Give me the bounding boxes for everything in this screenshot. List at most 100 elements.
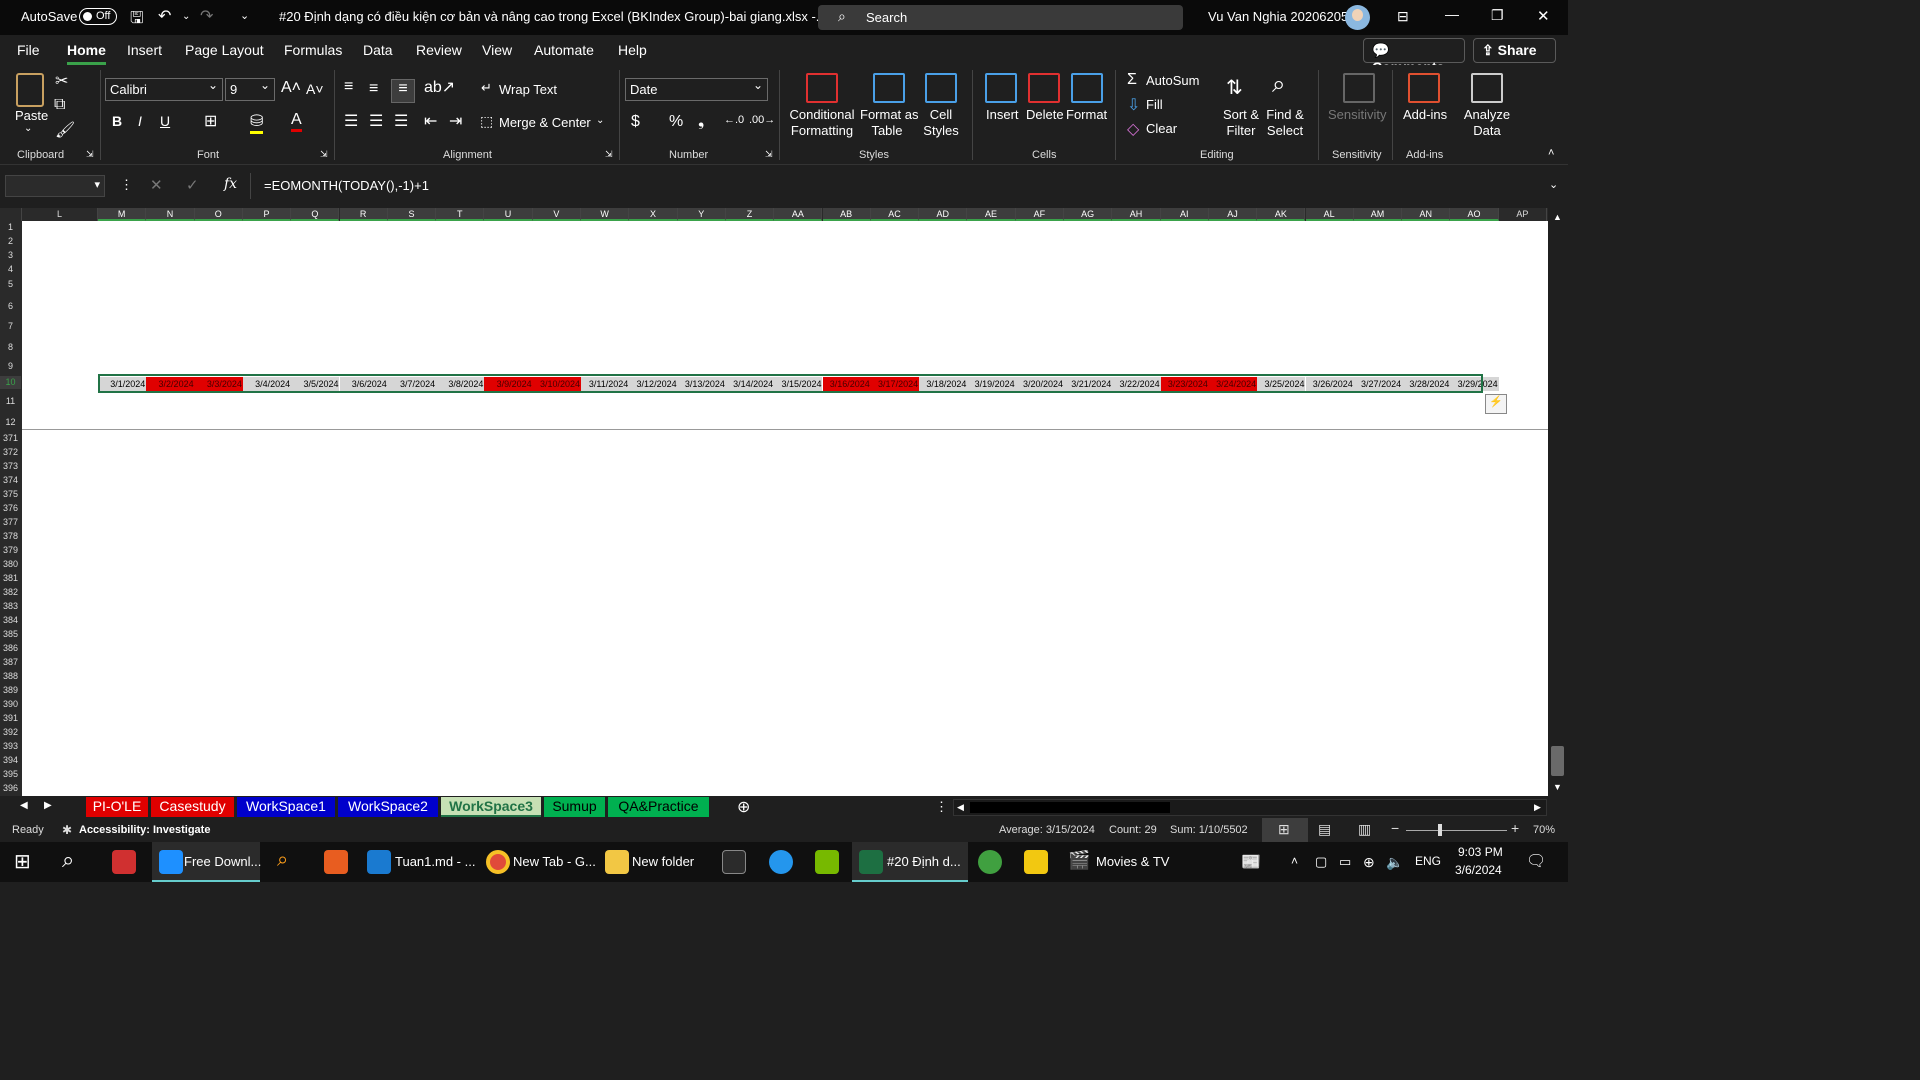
column-header-l[interactable]: L — [22, 208, 98, 221]
row-header-378[interactable]: 378 — [0, 530, 21, 543]
format-cells-icon[interactable] — [1071, 73, 1103, 103]
tab-page-layout[interactable]: Page Layout — [185, 42, 264, 58]
tab-help[interactable]: Help — [618, 42, 647, 58]
row-header-5[interactable]: 5 — [0, 278, 21, 291]
sheet-tab[interactable]: PI-O'LE — [86, 797, 148, 817]
sort-filter-icon[interactable]: ⇅ — [1226, 75, 1243, 100]
tab-home[interactable]: Home — [67, 42, 106, 65]
row-header-372[interactable]: 372 — [0, 446, 21, 459]
wrap-text-button[interactable]: Wrap Text — [499, 82, 557, 97]
format-as-table-button[interactable]: Format as — [860, 107, 919, 122]
search-icon[interactable]: ⌕ — [62, 847, 74, 873]
app-icon-4[interactable] — [978, 850, 1002, 874]
column-header-o[interactable]: O — [194, 208, 243, 221]
cancel-icon[interactable]: ✕ — [150, 176, 163, 194]
column-header-aa[interactable]: AA — [774, 208, 823, 221]
tab-formulas[interactable]: Formulas — [284, 42, 342, 58]
expand-formula-icon[interactable]: ⌄ — [1549, 178, 1558, 191]
column-header-y[interactable]: Y — [677, 208, 726, 221]
tab-data[interactable]: Data — [363, 42, 393, 58]
column-header-q[interactable]: Q — [291, 208, 340, 221]
column-header-ap[interactable]: AP — [1499, 208, 1547, 221]
collapse-ribbon-icon[interactable]: ˄ — [1548, 147, 1554, 159]
battery-icon[interactable]: ▭ — [1339, 854, 1351, 870]
prev-sheet-icon[interactable]: ◀ — [20, 800, 28, 811]
enter-icon[interactable]: ✓ — [186, 176, 199, 194]
accessibility-icon[interactable]: ✱ — [62, 823, 72, 837]
insert-function-icon[interactable]: fx — [224, 176, 237, 192]
average-status[interactable]: Average: 3/15/2024 — [999, 824, 1095, 836]
app-icon[interactable] — [112, 850, 136, 874]
page-layout-view-icon[interactable]: ▤ — [1318, 821, 1331, 838]
vertical-scrollbar[interactable]: ▲ ▼ — [1548, 208, 1568, 796]
user-name[interactable]: Vu Van Nghia 20206205 — [1208, 9, 1348, 24]
find-select-button[interactable]: Find & — [1263, 107, 1307, 122]
ribbon-display-icon[interactable]: ⊟ — [1397, 8, 1409, 25]
folder-icon[interactable] — [605, 850, 629, 874]
align-bottom-icon[interactable]: ≡ — [391, 79, 415, 103]
row-header-377[interactable]: 377 — [0, 516, 21, 529]
undo-icon[interactable]: ↶ — [158, 6, 171, 26]
select-all-corner[interactable] — [0, 208, 22, 221]
taskbar-item-folder[interactable]: New folder — [632, 854, 694, 869]
row-header-396[interactable]: 396 — [0, 782, 21, 795]
column-header-v[interactable]: V — [532, 208, 581, 221]
clock-time[interactable]: 9:03 PM — [1458, 845, 1503, 859]
formula-text[interactable]: =EOMONTH(TODAY(),-1)+1 — [264, 178, 429, 193]
hscroll-thumb[interactable] — [970, 802, 1170, 813]
delete-cells-button[interactable]: Delete — [1026, 107, 1064, 122]
column-header-ad[interactable]: AD — [919, 208, 968, 221]
column-header-z[interactable]: Z — [725, 208, 775, 221]
row-header-385[interactable]: 385 — [0, 628, 21, 641]
merge-center-icon[interactable]: ⬚ — [480, 113, 493, 130]
download-manager-icon[interactable] — [159, 850, 183, 874]
column-header-aj[interactable]: AJ — [1208, 208, 1258, 221]
insert-cells-icon[interactable] — [985, 73, 1017, 103]
app-icon-3[interactable] — [815, 850, 839, 874]
row-header-387[interactable]: 387 — [0, 656, 21, 669]
sheet-tab[interactable]: WorkSpace2 — [338, 797, 438, 817]
alignment-launcher-icon[interactable]: ⇲ — [605, 149, 613, 160]
fill-icon[interactable]: ⇩ — [1127, 95, 1140, 115]
docker-icon[interactable] — [769, 850, 793, 874]
cell-styles-button[interactable]: Cell — [921, 107, 961, 122]
column-header-ac[interactable]: AC — [870, 208, 920, 221]
notification-icon[interactable]: 🗨 — [1526, 851, 1546, 871]
percent-icon[interactable]: % — [669, 113, 683, 131]
borders-icon[interactable]: ⊞ — [204, 111, 217, 131]
row-header-380[interactable]: 380 — [0, 558, 21, 571]
count-status[interactable]: Count: 29 — [1109, 824, 1157, 836]
font-name-combo[interactable]: Calibri — [105, 78, 223, 101]
analyze-data-icon[interactable] — [1471, 73, 1503, 103]
row-header-382[interactable]: 382 — [0, 586, 21, 599]
zoom-out-icon[interactable]: − — [1391, 820, 1399, 836]
row-header-3[interactable]: 3 — [0, 249, 21, 262]
column-header-ao[interactable]: AO — [1450, 208, 1499, 221]
font-launcher-icon[interactable]: ⇲ — [320, 149, 328, 160]
language-indicator[interactable]: ENG — [1415, 854, 1441, 868]
wrap-text-icon[interactable]: ↵ — [481, 80, 492, 96]
row-header-381[interactable]: 381 — [0, 572, 21, 585]
next-sheet-icon[interactable]: ▶ — [44, 800, 52, 811]
row-header-12[interactable]: 12 — [0, 416, 21, 429]
column-header-af[interactable]: AF — [1015, 208, 1064, 221]
bold-icon[interactable]: B — [112, 113, 122, 129]
minimize-icon[interactable]: — — [1445, 6, 1459, 22]
increase-decimal-icon[interactable]: ←.0 — [724, 114, 744, 126]
sort-filter-button[interactable]: Sort & — [1219, 107, 1263, 122]
delete-cells-icon[interactable] — [1028, 73, 1060, 103]
cut-icon[interactable]: ✂ — [55, 71, 68, 91]
scroll-thumb[interactable] — [1551, 746, 1564, 776]
clear-icon[interactable]: ◇ — [1127, 119, 1139, 139]
format-cells-button[interactable]: Format — [1066, 107, 1107, 122]
taskbar-item-chrome[interactable]: New Tab - G... — [513, 854, 596, 869]
scroll-left-icon[interactable]: ◀ — [957, 802, 964, 813]
cell-styles-icon[interactable] — [925, 73, 957, 103]
column-header-r[interactable]: R — [339, 208, 388, 221]
column-header-am[interactable]: AM — [1353, 208, 1403, 221]
row-header-371[interactable]: 371 — [0, 432, 21, 445]
align-center-icon[interactable]: ☰ — [369, 111, 383, 131]
insert-cells-button[interactable]: Insert — [986, 107, 1019, 122]
currency-icon[interactable]: $ — [631, 113, 640, 131]
format-as-table-icon[interactable] — [873, 73, 905, 103]
